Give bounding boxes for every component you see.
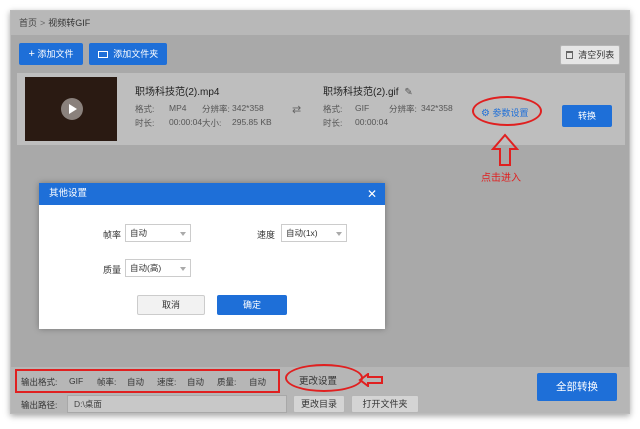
source-duration-value: 00:00:04 xyxy=(169,117,203,127)
output-resolution-label: 分辨率: xyxy=(389,104,417,114)
clear-list-button[interactable]: 清空列表 xyxy=(560,45,620,65)
bottom-speed-label: 速度: xyxy=(157,377,177,387)
bottom-panel: 输出格式: GIF 帧率: 自动 速度: 自动 质量: 自动 更改设置 输出路径… xyxy=(11,364,629,413)
annotation-click-enter: 点击进入 xyxy=(481,173,521,184)
source-format-value: MP4 xyxy=(169,103,187,113)
quality-value: 自动(高) xyxy=(130,263,162,273)
framerate-label: 帧率 xyxy=(102,230,121,240)
folder-icon xyxy=(97,51,108,58)
dialog-header: 其他设置 ✕ xyxy=(39,183,385,205)
plus-icon: + xyxy=(28,48,35,60)
play-icon xyxy=(61,98,83,120)
output-format-label: 输出格式: xyxy=(21,377,58,387)
convert-all-button[interactable]: 全部转换 xyxy=(537,373,617,401)
chevron-down-icon xyxy=(180,267,186,271)
bottom-speed-value: 自动 xyxy=(187,377,205,387)
cancel-button[interactable]: 取消 xyxy=(137,295,205,315)
framerate-value: 自动 xyxy=(130,228,148,238)
confirm-button[interactable]: 确定 xyxy=(217,295,287,315)
bottom-framerate-value: 自动 xyxy=(127,377,145,387)
source-resolution-label: 分辨率: xyxy=(202,104,230,114)
video-thumbnail[interactable] xyxy=(25,77,117,141)
annotation-up-arrow-icon xyxy=(491,133,519,166)
quality-select[interactable]: 自动(高) xyxy=(125,259,191,277)
clear-list-label: 清空列表 xyxy=(578,50,615,60)
annotation-left-arrow-icon xyxy=(358,373,383,387)
open-folder-button[interactable]: 打开文件夹 xyxy=(351,395,419,413)
convert-arrow-icon: ⇄ xyxy=(292,104,302,116)
add-folder-label: 添加文件夹 xyxy=(113,49,159,59)
breadcrumb-home[interactable]: 首页 xyxy=(19,18,37,28)
edit-pencil-icon[interactable]: ✎ xyxy=(404,87,412,98)
add-file-label: 添加文件 xyxy=(37,49,74,59)
bottom-quality-label: 质量: xyxy=(217,377,237,387)
output-file-name: 职场科技范(2).gif ✎ xyxy=(323,83,413,98)
app-window: 首页 > 视频转GIF + 添加文件 添加文件夹 清空列表 职场科技范(2).mp4… xyxy=(10,10,630,414)
output-file-name-text: 职场科技范(2).gif xyxy=(323,87,399,98)
change-settings-button[interactable]: 更改设置 xyxy=(299,373,337,387)
output-format-value: GIF xyxy=(355,103,370,113)
source-size-value: 295.85 KB xyxy=(232,117,272,127)
bottom-quality-value: 自动 xyxy=(249,377,267,387)
breadcrumb-separator: > xyxy=(40,18,46,28)
source-file-name: 职场科技范(2).mp4 xyxy=(135,87,220,98)
source-format-label: 格式: xyxy=(135,104,155,114)
annotation-ellipse-param xyxy=(472,96,542,126)
output-format-value: GIF xyxy=(69,376,84,386)
add-file-button[interactable]: + 添加文件 xyxy=(19,43,83,65)
close-icon[interactable]: ✕ xyxy=(367,187,377,201)
chevron-down-icon xyxy=(336,232,342,236)
source-size-label: 大小: xyxy=(202,118,222,128)
speed-select[interactable]: 自动(1x) xyxy=(281,224,347,242)
change-dir-button[interactable]: 更改目录 xyxy=(293,395,345,413)
speed-value: 自动(1x) xyxy=(286,228,318,238)
convert-button[interactable]: 转换 xyxy=(562,105,612,127)
output-path-input[interactable]: D:\桌面 xyxy=(67,395,287,413)
trash-icon xyxy=(565,51,573,59)
add-folder-button[interactable]: 添加文件夹 xyxy=(89,43,167,65)
output-path-label: 输出路径: xyxy=(21,400,58,410)
output-format-label: 格式: xyxy=(323,104,343,114)
breadcrumb-current: 视频转GIF xyxy=(48,18,91,28)
quality-label: 质量 xyxy=(102,265,121,275)
settings-dialog: 其他设置 ✕ 帧率 自动 速度 自动(1x) 质量 自动(高) 取消 确定 xyxy=(39,183,385,329)
breadcrumb: 首页 > 视频转GIF xyxy=(11,11,629,35)
dialog-title: 其他设置 xyxy=(49,188,88,199)
output-duration-value: 00:00:04 xyxy=(355,117,389,127)
source-duration-label: 时长: xyxy=(135,118,155,128)
speed-label: 速度 xyxy=(256,230,275,240)
chevron-down-icon xyxy=(180,232,186,236)
source-resolution-value: 342*358 xyxy=(232,103,264,113)
framerate-select[interactable]: 自动 xyxy=(125,224,191,242)
output-duration-label: 时长: xyxy=(323,118,343,128)
bottom-framerate-label: 帧率: xyxy=(97,377,117,387)
output-resolution-value: 342*358 xyxy=(421,103,453,113)
toolbar: + 添加文件 添加文件夹 清空列表 xyxy=(11,43,629,67)
file-row: 职场科技范(2).mp4 格式: MP4 分辨率: 342*358 时长: 00… xyxy=(17,73,625,145)
